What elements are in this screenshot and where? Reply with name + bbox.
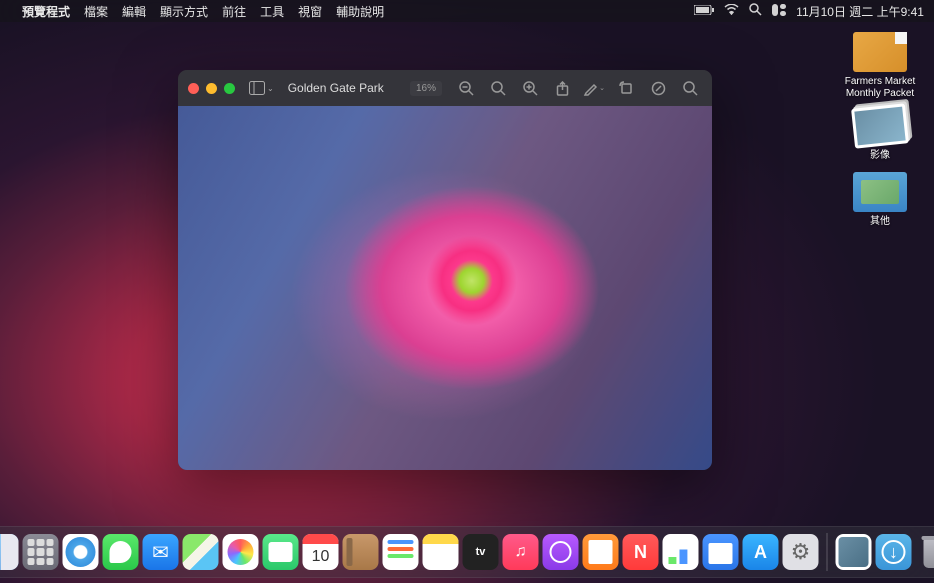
search-button[interactable] <box>678 76 702 100</box>
menubar: 預覽程式 檔案 編輯 顯示方式 前往 工具 視窗 輔助說明 11月10日 週二 … <box>0 0 934 22</box>
dock-appstore[interactable] <box>743 534 779 570</box>
menu-go[interactable]: 前往 <box>222 3 246 20</box>
dock-podcasts[interactable] <box>543 534 579 570</box>
sidebar-toggle-button[interactable]: ⌄ <box>249 81 274 95</box>
desktop-icon-label: 影像 <box>842 150 918 162</box>
desktop-file-farmers-packet[interactable]: Farmers Market Monthly Packet <box>842 32 918 100</box>
zoom-out-button[interactable] <box>454 76 478 100</box>
dock-calendar[interactable] <box>303 534 339 570</box>
traffic-lights <box>188 83 235 94</box>
dock-facetime[interactable] <box>263 534 299 570</box>
markup-button[interactable] <box>646 76 670 100</box>
dock-launchpad[interactable] <box>23 534 59 570</box>
dock-photos[interactable] <box>223 534 259 570</box>
chevron-down-icon: ⌄ <box>267 84 274 93</box>
share-button[interactable] <box>550 76 574 100</box>
control-center-icon[interactable] <box>772 4 786 19</box>
dock-numbers[interactable] <box>663 534 699 570</box>
menu-file[interactable]: 檔案 <box>84 3 108 20</box>
preview-window: ⌄ Golden Gate Park 16% ⌄ <box>178 70 712 470</box>
battery-icon[interactable] <box>694 4 714 18</box>
folder-icon <box>853 172 907 212</box>
dock-contacts[interactable] <box>343 534 379 570</box>
window-title: Golden Gate Park <box>288 81 384 95</box>
highlight-button[interactable]: ⌄ <box>582 76 606 100</box>
dock-downloads[interactable] <box>876 534 912 570</box>
fullscreen-button[interactable] <box>224 83 235 94</box>
window-titlebar[interactable]: ⌄ Golden Gate Park 16% ⌄ <box>178 70 712 106</box>
dock-music[interactable] <box>503 534 539 570</box>
desktop-icon-label: 其他 <box>842 216 918 228</box>
desktop-icon-label: Farmers Market Monthly Packet <box>842 76 918 100</box>
dock-news[interactable] <box>623 534 659 570</box>
dock-safari[interactable] <box>63 534 99 570</box>
zoom-actual-button[interactable] <box>486 76 510 100</box>
desktop-stack-images[interactable]: 影像 <box>842 106 918 162</box>
dock-tv[interactable] <box>463 534 499 570</box>
dock-separator <box>827 533 828 571</box>
dock-finder[interactable] <box>0 534 19 570</box>
dock-keynote[interactable] <box>703 534 739 570</box>
zoom-percentage[interactable]: 16% <box>410 81 442 96</box>
close-button[interactable] <box>188 83 199 94</box>
dock-notes[interactable] <box>423 534 459 570</box>
menu-window[interactable]: 視窗 <box>298 3 322 20</box>
zoom-in-button[interactable] <box>518 76 542 100</box>
image-viewport[interactable] <box>178 106 712 470</box>
menu-tools[interactable]: 工具 <box>260 3 284 20</box>
dock-messages[interactable] <box>103 534 139 570</box>
menu-edit[interactable]: 編輯 <box>122 3 146 20</box>
dock-books[interactable] <box>583 534 619 570</box>
dock-preview[interactable] <box>836 534 872 570</box>
document-icon <box>853 32 907 72</box>
dock-trash[interactable] <box>916 534 934 570</box>
menubar-clock[interactable]: 11月10日 週二 上午9:41 <box>796 3 924 20</box>
dock <box>0 526 934 578</box>
chevron-down-icon: ⌄ <box>599 84 605 92</box>
desktop-folder-other[interactable]: 其他 <box>842 172 918 228</box>
minimize-button[interactable] <box>206 83 217 94</box>
spotlight-icon[interactable] <box>749 3 762 19</box>
wifi-icon[interactable] <box>724 4 739 18</box>
dock-settings[interactable] <box>783 534 819 570</box>
menu-help[interactable]: 輔助說明 <box>336 3 384 20</box>
menu-view[interactable]: 顯示方式 <box>160 3 208 20</box>
flower-image <box>178 106 712 470</box>
dock-maps[interactable] <box>183 534 219 570</box>
rotate-button[interactable] <box>614 76 638 100</box>
photo-stack-icon <box>851 103 909 148</box>
dock-reminders[interactable] <box>383 534 419 570</box>
dock-mail[interactable] <box>143 534 179 570</box>
app-menu[interactable]: 預覽程式 <box>22 3 70 20</box>
